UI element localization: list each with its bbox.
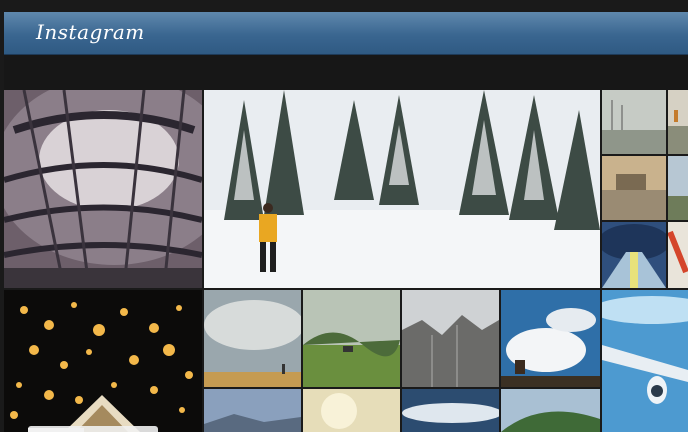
photo-tile-hazy-sun[interactable] xyxy=(303,389,400,432)
hill-greenery-image xyxy=(501,389,600,432)
sea-of-clouds-image xyxy=(402,389,499,432)
photo-tile-dome[interactable] xyxy=(4,90,202,288)
hazy-sun-image xyxy=(303,389,400,432)
photo-tile-cloudy-field[interactable] xyxy=(204,290,301,387)
photo-grid xyxy=(4,90,688,432)
cliff-image xyxy=(668,90,688,154)
photo-tile-green-hills[interactable] xyxy=(303,290,400,387)
browser-frame: Instagram xyxy=(0,0,688,432)
photo-tile-sky-lanterns[interactable] xyxy=(4,290,202,432)
pond-image xyxy=(602,156,666,220)
foggy-field-image xyxy=(602,90,666,154)
photo-tile-snow-forest[interactable] xyxy=(204,90,600,288)
photo-tile-cliff[interactable] xyxy=(668,90,688,154)
photo-tile-cyclist[interactable] xyxy=(668,156,688,220)
horizontal-scrollbar-thumb[interactable] xyxy=(28,426,158,432)
dusk-mountains-image xyxy=(204,389,301,432)
top-navigation-bar: Instagram xyxy=(4,12,688,55)
photo-tile-airplane-wing[interactable] xyxy=(602,290,688,432)
photo-tile-rocky-mountains[interactable] xyxy=(402,290,499,387)
photo-tile-dusk-mountains[interactable] xyxy=(204,389,301,432)
photo-tile-sea-of-clouds[interactable] xyxy=(402,389,499,432)
sub-header-bar xyxy=(4,55,688,90)
photo-tile-train-station[interactable] xyxy=(602,222,666,288)
photo-tile-hill-greenery[interactable] xyxy=(501,389,600,432)
cloudy-field-image xyxy=(204,290,301,387)
dome-image xyxy=(4,90,202,288)
photo-tile-deer-on-hill[interactable] xyxy=(501,290,600,387)
deer-on-hill-image xyxy=(501,290,600,387)
sky-lanterns-image xyxy=(4,290,202,432)
snow-forest-image xyxy=(204,90,600,288)
photo-tile-pond[interactable] xyxy=(602,156,666,220)
green-hills-image xyxy=(303,290,400,387)
red-sculpture-image xyxy=(668,222,688,288)
train-station-image xyxy=(602,222,666,288)
instagram-logo[interactable]: Instagram xyxy=(36,20,145,44)
airplane-wing-image xyxy=(602,290,688,432)
rocky-mountains-image xyxy=(402,290,499,387)
photo-tile-foggy-field[interactable] xyxy=(602,90,666,154)
cyclist-image xyxy=(668,156,688,220)
photo-tile-red-sculpture[interactable] xyxy=(668,222,688,288)
